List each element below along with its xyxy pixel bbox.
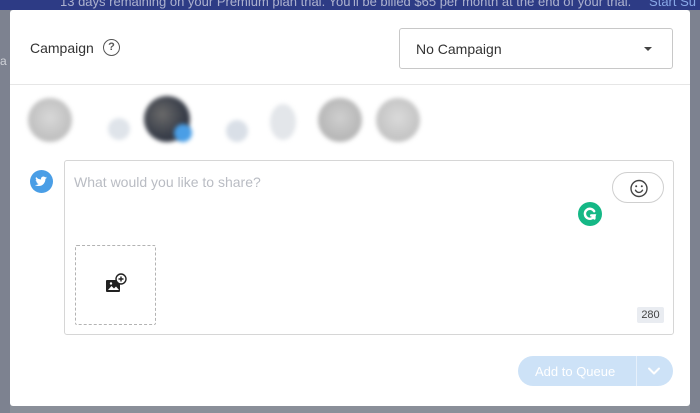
campaign-header: Campaign ? No Campaign (10, 10, 690, 85)
emoji-button[interactable] (612, 172, 664, 203)
trial-banner: 13 days remaining on your Premium plan t… (0, 0, 700, 10)
help-icon[interactable]: ? (103, 39, 120, 56)
account-avatar[interactable] (226, 120, 248, 142)
account-avatar[interactable] (318, 98, 362, 142)
campaign-label: Campaign (30, 40, 94, 56)
account-badge (174, 124, 192, 142)
campaign-select[interactable]: No Campaign (399, 28, 673, 69)
compose-modal: Campaign ? No Campaign What would you li… (10, 10, 690, 406)
button-divider (636, 356, 637, 386)
account-avatar[interactable] (270, 104, 296, 140)
character-count: 280 (637, 307, 664, 323)
add-image-icon (106, 273, 127, 292)
caret-down-icon (644, 47, 652, 51)
background-page-right (690, 10, 700, 413)
trial-banner-text: 13 days remaining on your Premium plan t… (60, 0, 632, 9)
add-to-queue-label: Add to Queue (535, 364, 616, 379)
post-composer[interactable]: What would you like to share? 280 (64, 160, 674, 335)
account-avatar[interactable] (376, 98, 420, 142)
account-avatar[interactable] (108, 118, 130, 140)
grammarly-icon[interactable] (578, 202, 602, 226)
add-media-dropzone[interactable] (75, 245, 156, 325)
add-to-queue-button[interactable]: Add to Queue (518, 356, 673, 386)
campaign-select-value: No Campaign (416, 41, 502, 57)
composer-placeholder[interactable]: What would you like to share? (74, 174, 261, 190)
chevron-down-icon[interactable] (647, 364, 661, 378)
smiley-icon (630, 179, 648, 198)
twitter-icon (30, 170, 53, 193)
background-page-left: a (0, 10, 10, 413)
background-text-fragment: a (0, 54, 7, 68)
account-avatar[interactable] (28, 98, 72, 142)
start-subscription-link[interactable]: Start Su (649, 0, 696, 9)
